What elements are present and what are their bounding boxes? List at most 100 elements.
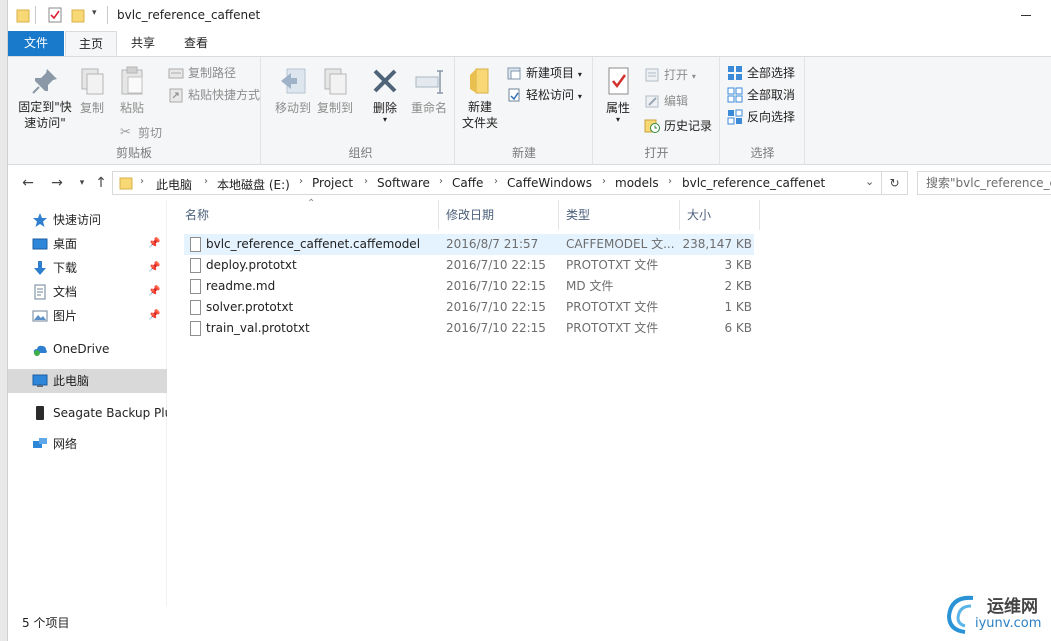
address-bar[interactable]: › 此电脑 › 本地磁盘 (E:) › Project › Software ›… bbox=[112, 171, 882, 195]
open-button[interactable]: 打开 ▾ bbox=[642, 65, 696, 85]
file-row[interactable]: bvlc_reference_caffenet.caffemodel 2016/… bbox=[184, 234, 754, 255]
edit-button[interactable]: 编辑 bbox=[642, 91, 688, 111]
column-header-name[interactable]: 名称 bbox=[167, 200, 439, 230]
file-row[interactable]: train_val.prototxt 2016/7/10 22:15 PROTO… bbox=[184, 318, 754, 339]
move-to-icon bbox=[277, 65, 309, 97]
paste-shortcut-button[interactable]: 粘贴快捷方式 bbox=[166, 85, 260, 105]
minimize-button[interactable] bbox=[1011, 0, 1051, 31]
explorer-window: ▾ bvlc_reference_caffenet 文件 主页 共享 查看 固定… bbox=[8, 0, 1051, 641]
breadcrumb-separator-icon: › bbox=[140, 176, 144, 187]
search-input[interactable]: 搜索"bvlc_reference_caffenet" bbox=[917, 171, 1051, 195]
breadcrumb-caffe[interactable]: Caffe bbox=[452, 176, 483, 190]
new-folder-icon[interactable] bbox=[71, 7, 85, 23]
move-to-button[interactable]: 移动到 bbox=[273, 61, 313, 116]
invert-selection-button[interactable]: 反向选择 bbox=[725, 107, 795, 127]
new-item-button[interactable]: 新建项目 ▾ bbox=[504, 63, 582, 83]
file-type: CAFFEMODEL 文... bbox=[566, 237, 675, 251]
easy-access-button[interactable]: 轻松访问 ▾ bbox=[504, 85, 582, 105]
select-group: 全部选择 全部取消 反向选择 选择 bbox=[721, 57, 805, 165]
copy-path-label: 复制路径 bbox=[188, 66, 237, 80]
breadcrumb-project[interactable]: Project bbox=[312, 176, 353, 190]
nav-item-label: 下载 bbox=[53, 261, 78, 275]
refresh-icon[interactable]: ↻ bbox=[882, 171, 908, 195]
properties-check-icon[interactable] bbox=[48, 7, 62, 23]
recent-locations-dropdown-icon[interactable]: ▾ bbox=[72, 174, 92, 192]
select-all-button[interactable]: 全部选择 bbox=[725, 63, 795, 83]
tab-home[interactable]: 主页 bbox=[65, 31, 118, 56]
desktop-icon bbox=[32, 238, 48, 250]
column-header-date[interactable]: 修改日期 bbox=[439, 200, 559, 230]
select-none-button[interactable]: 全部取消 bbox=[725, 85, 795, 105]
breadcrumb-current-folder[interactable]: bvlc_reference_caffenet bbox=[682, 176, 825, 190]
breadcrumb-drive-e[interactable]: 本地磁盘 (E:) bbox=[217, 176, 290, 193]
file-date: 2016/7/10 22:15 bbox=[446, 300, 546, 314]
ribbon: 固定到"快 速访问" 复制 粘贴 ✂ 剪切 复制路径 粘贴快捷方式 剪贴板 移动… bbox=[8, 56, 1051, 165]
quick-access-dropdown-icon[interactable]: ▾ bbox=[92, 8, 97, 18]
nav-item-pictures[interactable]: 图片 📌 bbox=[8, 304, 167, 328]
pin-icon[interactable]: 📌 bbox=[148, 238, 160, 250]
history-button[interactable]: 历史记录 bbox=[642, 116, 712, 136]
nav-item-onedrive[interactable]: OneDrive bbox=[8, 337, 167, 361]
pictures-icon bbox=[32, 310, 48, 322]
tab-file[interactable]: 文件 bbox=[8, 31, 64, 56]
paste-button[interactable]: 粘贴 bbox=[114, 61, 150, 116]
open-icon bbox=[645, 68, 659, 82]
scissors-icon: ✂ bbox=[120, 125, 131, 140]
select-none-label: 全部取消 bbox=[747, 88, 796, 102]
file-size: 2 KB bbox=[724, 279, 752, 293]
new-folder-button[interactable]: 新建 文件夹 bbox=[460, 61, 500, 131]
file-row[interactable]: solver.prototxt 2016/7/10 22:15 PROTOTXT… bbox=[184, 297, 754, 318]
breadcrumb-models[interactable]: models bbox=[615, 176, 659, 190]
properties-button[interactable]: 属性 ▾ bbox=[598, 61, 638, 124]
rename-button[interactable]: 重命名 bbox=[409, 61, 449, 116]
column-header-size[interactable]: 大小 bbox=[680, 200, 760, 230]
copy-to-button[interactable]: 复制到 bbox=[315, 61, 355, 116]
properties-dropdown-icon[interactable]: ▾ bbox=[598, 116, 638, 124]
back-arrow-icon[interactable]: ← bbox=[18, 174, 38, 192]
nav-item-this-pc[interactable]: 此电脑 bbox=[8, 369, 167, 393]
file-row[interactable]: deploy.prototxt 2016/7/10 22:15 PROTOTXT… bbox=[184, 255, 754, 276]
breadcrumb-separator-icon: › bbox=[439, 176, 443, 187]
nav-item-network[interactable]: 网络 bbox=[8, 432, 167, 456]
delete-dropdown-icon[interactable]: ▾ bbox=[367, 116, 403, 124]
nav-item-seagate[interactable]: Seagate Backup Plus bbox=[8, 401, 167, 425]
history-label: 历史记录 bbox=[664, 119, 713, 133]
file-type: MD 文件 bbox=[566, 279, 614, 293]
file-type: PROTOTXT 文件 bbox=[566, 300, 659, 314]
pin-icon[interactable]: 📌 bbox=[148, 286, 160, 298]
pin-quick-access-button[interactable]: 固定到"快 速访问" bbox=[12, 61, 78, 131]
watermark-text-cn: 运维网 bbox=[987, 597, 1038, 617]
up-arrow-icon[interactable]: ↑ bbox=[91, 174, 111, 192]
file-icon bbox=[190, 300, 201, 315]
breadcrumb-this-pc[interactable]: 此电脑 bbox=[156, 176, 192, 193]
cut-button[interactable]: ✂ 剪切 bbox=[118, 123, 162, 143]
file-name: deploy.prototxt bbox=[206, 258, 297, 272]
open-dropdown-icon: ▾ bbox=[691, 72, 696, 81]
clipboard-group: 固定到"快 速访问" 复制 粘贴 ✂ 剪切 复制路径 粘贴快捷方式 剪贴板 bbox=[8, 57, 261, 165]
nav-item-desktop[interactable]: 桌面 📌 bbox=[8, 232, 167, 256]
file-icon bbox=[190, 321, 201, 336]
pin-icon[interactable]: 📌 bbox=[148, 310, 160, 322]
invert-selection-label: 反向选择 bbox=[747, 110, 796, 124]
tab-view[interactable]: 查看 bbox=[171, 31, 221, 56]
nav-item-label: 此电脑 bbox=[53, 374, 90, 388]
address-history-chevron-icon[interactable]: ⌄ bbox=[865, 175, 874, 188]
nav-item-downloads[interactable]: 下载 📌 bbox=[8, 256, 167, 280]
file-size: 6 KB bbox=[724, 321, 752, 335]
tab-share[interactable]: 共享 bbox=[118, 31, 168, 56]
pin-icon[interactable]: 📌 bbox=[148, 262, 160, 274]
copy-button[interactable]: 复制 bbox=[74, 61, 110, 116]
nav-item-documents[interactable]: 文档 📌 bbox=[8, 280, 167, 304]
nav-item-quick-access[interactable]: 快速访问 bbox=[8, 208, 167, 232]
breadcrumb-caffewindows[interactable]: CaffeWindows bbox=[507, 176, 592, 190]
column-header-type[interactable]: 类型 bbox=[559, 200, 680, 230]
nav-item-label: 快速访问 bbox=[53, 213, 102, 227]
breadcrumb-software[interactable]: Software bbox=[377, 176, 430, 190]
edit-icon bbox=[645, 95, 659, 108]
copy-path-button[interactable]: 复制路径 bbox=[166, 63, 236, 83]
edit-label: 编辑 bbox=[664, 94, 689, 108]
open-group-label: 打开 bbox=[644, 146, 669, 160]
delete-button[interactable]: 删除 ▾ bbox=[367, 61, 403, 124]
file-row[interactable]: readme.md 2016/7/10 22:15 MD 文件 2 KB bbox=[184, 276, 754, 297]
forward-arrow-icon[interactable]: → bbox=[47, 174, 67, 192]
